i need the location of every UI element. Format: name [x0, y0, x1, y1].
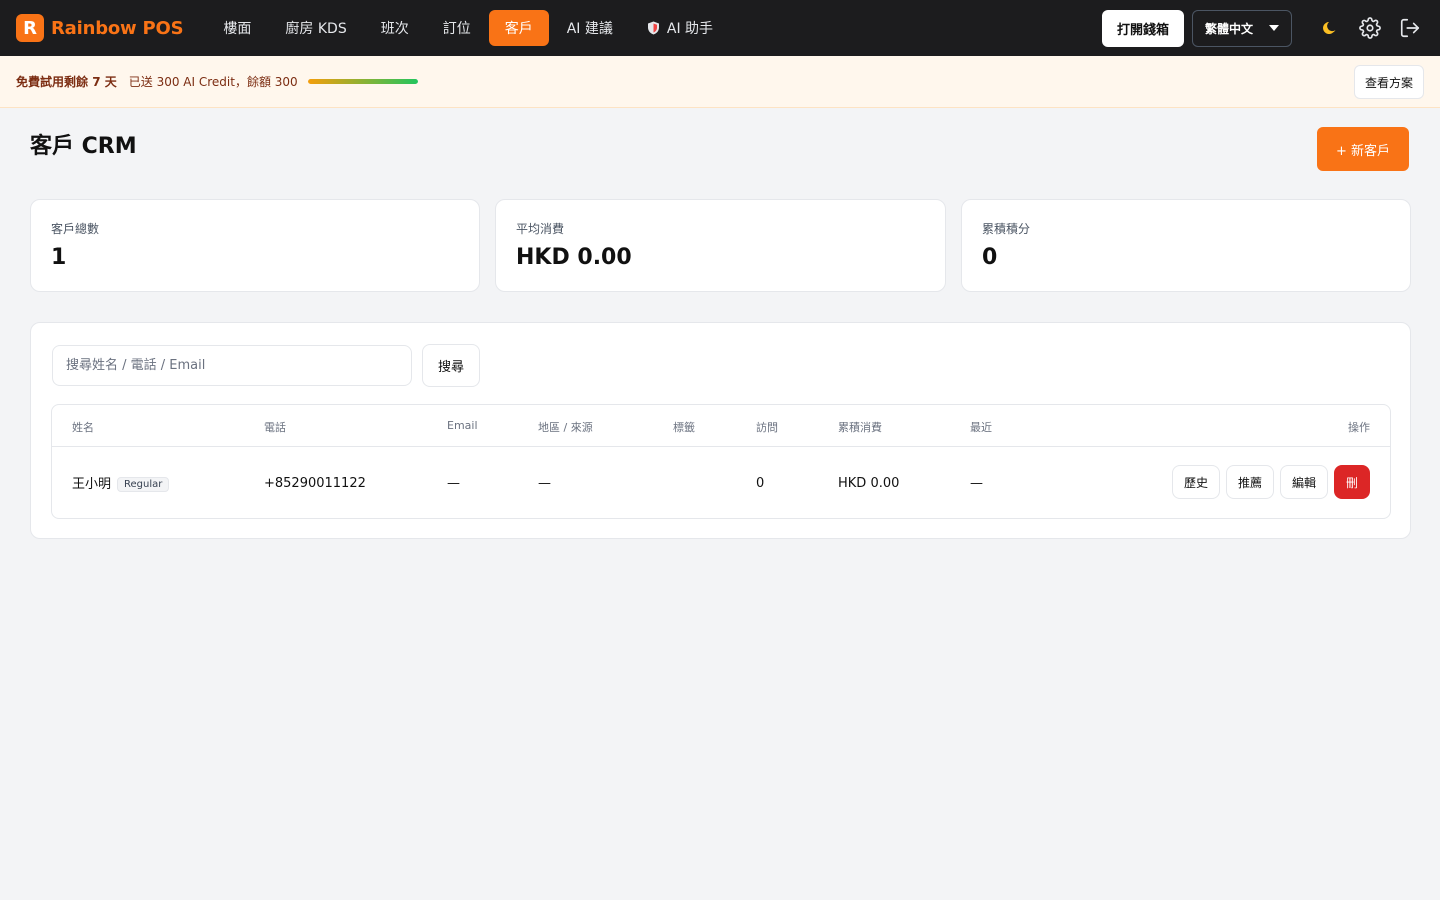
tier-badge: Regular [117, 477, 170, 492]
trial-banner: 免費試用剩餘 7 天 已送 300 AI Credit，餘額 300 查看方案 [0, 56, 1440, 108]
search-button[interactable]: 搜尋 [422, 344, 480, 387]
column-header-phone: 電話 [264, 421, 286, 434]
edit-button[interactable]: 編輯 [1280, 465, 1328, 499]
nav-item-ai-assistant[interactable]: AI 助手 [631, 10, 729, 46]
cell-phone: +85290011122 [264, 476, 366, 491]
view-plans-button[interactable]: 查看方案 [1353, 65, 1424, 99]
top-nav-bar: R Rainbow POS 樓面 廚房 KDS 班次 訂位 客戶 AI 建議 A… [0, 0, 1440, 56]
nav-item-kitchen-kds[interactable]: 廚房 KDS [269, 10, 362, 46]
credit-progress-bar [307, 79, 418, 84]
customer-list-card: 搜尋 姓名 電話 Email 地區 / 來源 標籤 訪問 累積消費 最近 操作 … [30, 322, 1411, 539]
cell-visits: 0 [756, 476, 765, 491]
nav-item-customers[interactable]: 客戶 [488, 10, 549, 46]
stat-label: 累積積分 [982, 222, 1031, 236]
theme-toggle-button[interactable] [1314, 12, 1346, 44]
stat-value: 0 [982, 245, 998, 270]
customer-search-input[interactable] [52, 345, 412, 386]
stat-card-total-points: 累積積分 0 [961, 199, 1411, 292]
column-header-email: Email [447, 419, 478, 432]
language-select[interactable]: 繁體中文 [1192, 9, 1292, 47]
new-customer-button[interactable]: + 新客戶 [1317, 127, 1409, 171]
shield-icon [647, 21, 659, 35]
column-header-visits: 訪問 [756, 421, 778, 434]
stat-card-total-customers: 客戶總數 1 [30, 199, 480, 292]
column-header-tags: 標籤 [673, 421, 695, 434]
nav-item-label: 樓面 [223, 21, 252, 37]
logout-icon [1400, 18, 1420, 38]
history-button[interactable]: 歷史 [1172, 465, 1220, 499]
column-header-name: 姓名 [72, 421, 94, 434]
nav-item-label: AI 助手 [666, 21, 714, 37]
stat-label: 客戶總數 [51, 222, 100, 236]
nav-item-floor[interactable]: 樓面 [207, 10, 267, 46]
cell-total-spent: HKD 0.00 [838, 476, 900, 491]
open-cash-drawer-button[interactable]: 打開錢箱 [1101, 9, 1184, 47]
delete-button[interactable]: 刪 [1334, 465, 1370, 499]
ai-credit-text: 已送 300 AI Credit，餘額 300 [128, 75, 298, 89]
main-nav: 樓面 廚房 KDS 班次 訂位 客戶 AI 建議 AI 助手 [207, 10, 731, 46]
chevron-down-icon [1269, 25, 1279, 31]
page-title: 客戶 CRM [30, 134, 137, 159]
stat-value: 1 [51, 245, 67, 270]
language-select-value: 繁體中文 [1205, 21, 1254, 36]
table-row[interactable]: 王小明 Regular +85290011122 — — 0 HKD 0.00 —… [52, 447, 1390, 518]
table-header: 姓名 電話 Email 地區 / 來源 標籤 訪問 累積消費 最近 操作 [52, 405, 1390, 447]
gear-icon [1359, 17, 1381, 39]
cell-name: 王小明 Regular [72, 473, 170, 492]
nav-item-ai-suggestions[interactable]: AI 建議 [551, 10, 629, 46]
stat-card-average-spend: 平均消費 HKD 0.00 [495, 199, 946, 292]
moon-icon [1323, 22, 1336, 34]
top-right-controls: 打開錢箱 繁體中文 [1101, 9, 1426, 47]
settings-button[interactable] [1354, 12, 1386, 44]
stat-label: 平均消費 [516, 222, 565, 236]
recommend-button[interactable]: 推薦 [1226, 465, 1274, 499]
nav-item-label: 班次 [380, 21, 409, 37]
app-logo-icon: R [16, 14, 44, 42]
customer-name: 王小明 [72, 477, 112, 492]
cell-email: — [447, 476, 460, 491]
nav-item-label: 廚房 KDS [285, 21, 347, 37]
app-name: Rainbow POS [51, 17, 184, 39]
column-header-region-source: 地區 / 來源 [538, 421, 593, 434]
trial-prefix: 免費試用剩餘 [16, 75, 89, 89]
nav-item-label: 客戶 [504, 21, 533, 37]
nav-item-reservations[interactable]: 訂位 [427, 10, 487, 46]
trial-days: 7 [92, 75, 101, 89]
stat-value: HKD 0.00 [516, 245, 632, 270]
credit-progress-fill [307, 79, 418, 84]
trial-suffix: 天 [104, 75, 117, 89]
column-header-actions: 操作 [1348, 421, 1370, 434]
cell-recent: — [970, 476, 983, 491]
nav-item-label: 訂位 [442, 21, 471, 37]
column-header-recent: 最近 [970, 421, 992, 434]
logout-button[interactable] [1394, 12, 1426, 44]
nav-item-shifts[interactable]: 班次 [365, 10, 425, 46]
column-header-total-spent: 累積消費 [838, 421, 882, 434]
cell-region: — [538, 476, 551, 491]
nav-item-label: AI 建議 [566, 21, 613, 37]
trial-remaining-text: 免費試用剩餘 7 天 [16, 73, 117, 90]
customer-table: 姓名 電話 Email 地區 / 來源 標籤 訪問 累積消費 最近 操作 王小明… [51, 404, 1391, 519]
brand[interactable]: R Rainbow POS [16, 14, 184, 42]
